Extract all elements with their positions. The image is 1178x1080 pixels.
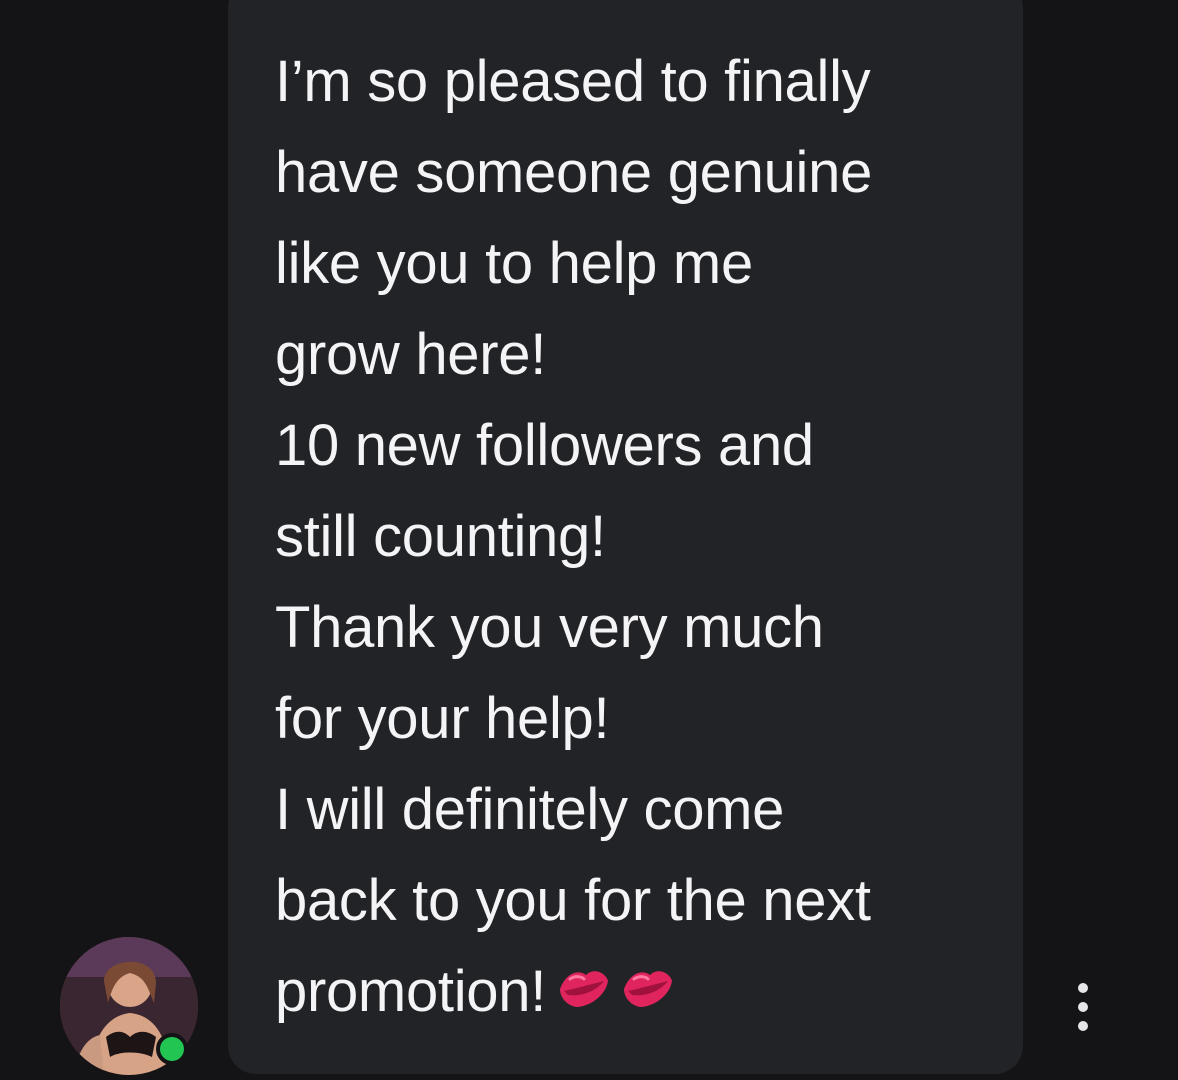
message-line: for your help!	[275, 686, 610, 751]
message-line: back to you for the next	[275, 868, 871, 933]
more-options-button[interactable]	[1068, 983, 1098, 1031]
message-row: I’m so pleased to finally have someone g…	[0, 0, 1178, 1080]
message-line: still counting!	[275, 504, 606, 569]
more-vertical-icon	[1078, 983, 1088, 993]
more-vertical-icon	[1078, 1021, 1088, 1031]
more-vertical-icon	[1078, 1002, 1088, 1012]
message-line: like you to help me	[275, 231, 753, 296]
message-line: I’m so pleased to finally	[275, 49, 871, 114]
message-line: 10 new followers and	[275, 413, 814, 478]
message-last-line: promotion!	[275, 946, 995, 1041]
message-line: promotion!	[275, 959, 547, 1024]
lips-icon	[620, 946, 674, 1037]
message-line: I will definitely come	[275, 777, 785, 842]
lips-icon	[556, 946, 610, 1037]
message-text: I’m so pleased to finally have someone g…	[275, 36, 995, 1041]
message-line: have someone genuine	[275, 140, 873, 205]
message-line: Thank you very much	[275, 595, 824, 660]
message-line: grow here!	[275, 322, 547, 387]
chat-screen: I’m so pleased to finally have someone g…	[0, 0, 1178, 1080]
online-status-dot	[156, 1033, 188, 1065]
